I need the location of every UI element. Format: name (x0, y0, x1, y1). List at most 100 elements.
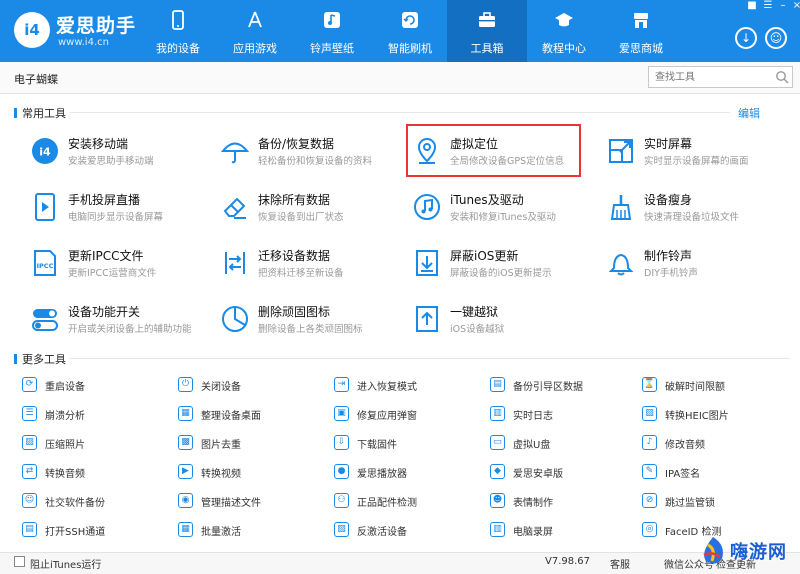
tool-virtual-location[interactable]: 虚拟定位 全局修改设备GPS定位信息 (412, 132, 602, 176)
ipcc-file-icon: IPCC (34, 250, 56, 276)
tool-delete-stubborn-icons[interactable]: 删除顽固图标 删除设备上各类顽固图标 (220, 300, 410, 344)
tool-name: 屏蔽iOS更新 (450, 249, 519, 263)
download-button[interactable]: ↓ (735, 27, 757, 49)
more-tool-item[interactable]: ▶ 转换视频 (178, 463, 328, 481)
search-input[interactable] (648, 66, 793, 88)
more-tool-label: 重启设备 (45, 382, 85, 393)
tool-name: 设备瘦身 (644, 193, 693, 207)
more-tool-label: 图片去重 (201, 440, 241, 451)
more-tool-item[interactable]: ▥ 电脑录屏 (490, 521, 640, 539)
more-tool-label: 爱思播放器 (357, 469, 407, 480)
tool-install-mobile[interactable]: i4 安装移动端 安装爱思助手移动端 (30, 132, 220, 176)
block-itunes-checkbox[interactable] (14, 556, 25, 567)
nav-toolbox[interactable]: 工具箱 (447, 0, 527, 62)
tool-desc: 全局修改设备GPS定位信息 (450, 156, 565, 167)
more-tool-item[interactable]: ▧ 反激活设备 (334, 521, 484, 539)
hourglass-icon: ⌛ (642, 377, 657, 392)
social-backup-icon: ☺ (22, 493, 37, 508)
deactivate-icon: ▧ (334, 522, 349, 537)
customer-service-link[interactable]: 客服 (610, 556, 630, 571)
search-icon[interactable] (775, 70, 789, 84)
tool-erase-data[interactable]: 抹除所有数据 恢复设备到出厂状态 (220, 188, 410, 232)
more-tool-item[interactable]: ⏻ 关闭设备 (178, 376, 328, 394)
convert-video-icon: ▶ (178, 464, 193, 479)
convert-audio-icon: ⇄ (22, 464, 37, 479)
more-tool-item[interactable]: ● 爱思播放器 (334, 463, 484, 481)
nav-my-device[interactable]: 我的设备 (138, 0, 218, 62)
tool-screen-cast[interactable]: 手机投屏直播 电脑同步显示设备屏幕 (30, 188, 220, 232)
faceid-icon: ◎ (642, 522, 657, 537)
more-tool-label: IPA签名 (665, 469, 701, 480)
tool-name: 备份/恢复数据 (258, 137, 335, 151)
toggle-icon (32, 309, 58, 331)
app-name: 爱思助手 (56, 15, 137, 37)
nav-smart-flash[interactable]: 智能刷机 (370, 0, 450, 62)
more-tool-item[interactable]: ☺ 社交软件备份 (22, 492, 172, 510)
more-tool-item[interactable]: ⌛ 破解时间限额 (642, 376, 792, 394)
tool-name: 实时屏幕 (644, 137, 693, 151)
more-tool-item[interactable]: ▧ 转换HEIC图片 (642, 405, 792, 423)
nav-ringtones-wallpapers[interactable]: 铃声壁纸 (292, 0, 372, 62)
more-tool-label: 打开SSH通道 (45, 527, 106, 538)
more-tool-item[interactable]: ◉ 管理描述文件 (178, 492, 328, 510)
edit-audio-icon: ♪ (642, 435, 657, 450)
more-tool-item[interactable]: ⇄ 转换音频 (22, 463, 172, 481)
tool-backup-restore[interactable]: 备份/恢复数据 轻松备份和恢复设备的资料 (220, 132, 410, 176)
log-icon: ▥ (490, 406, 505, 421)
device-name: 电子蝴蝶 (14, 73, 58, 86)
tool-desc: 更新IPCC运营商文件 (68, 268, 157, 279)
nav-shop[interactable]: 爱思商城 (601, 0, 681, 62)
more-tool-item[interactable]: ☻ 表情制作 (490, 492, 640, 510)
tool-device-slimming[interactable]: 设备瘦身 快速清理设备垃圾文件 (606, 188, 796, 232)
tool-desc: 实时显示设备屏幕的画面 (644, 156, 749, 167)
more-tool-label: 爱思安卓版 (513, 469, 563, 480)
tool-block-ios-update[interactable]: 屏蔽iOS更新 屏蔽设备的iOS更新提示 (412, 244, 602, 288)
more-tool-item[interactable]: ⚇ 正品配件检测 (334, 492, 484, 510)
nav-tutorials[interactable]: 教程中心 (524, 0, 604, 62)
accessory-check-icon: ⚇ (334, 493, 349, 508)
umbrella-icon (220, 142, 250, 164)
more-tool-item[interactable]: ▭ 虚拟U盘 (490, 434, 640, 452)
screen-expand-icon (609, 139, 633, 163)
more-tool-item[interactable]: ⇩ 下载固件 (334, 434, 484, 452)
more-tool-item[interactable]: ▤ 打开SSH通道 (22, 521, 172, 539)
more-tool-item[interactable]: ⊘ 跳过监管锁 (642, 492, 792, 510)
user-account-button[interactable]: ☺ (765, 27, 787, 49)
close-button[interactable]: × (789, 0, 800, 12)
more-tool-item[interactable]: ⇥ 进入恢复模式 (334, 376, 484, 394)
usb-icon: ▭ (490, 435, 505, 450)
section-title: 更多工具 (22, 353, 66, 366)
section-header-common-tools: 常用工具 (14, 105, 66, 121)
more-tool-item[interactable]: ◆ 爱思安卓版 (490, 463, 640, 481)
more-tool-label: 转换视频 (201, 469, 241, 480)
tool-live-screen[interactable]: 实时屏幕 实时显示设备屏幕的画面 (606, 132, 796, 176)
tool-feature-toggles[interactable]: 设备功能开关 开启或关闭设备上的辅助功能 (30, 300, 220, 344)
nav-apps-games[interactable]: 应用游戏 (215, 0, 295, 62)
edit-link[interactable]: 编辑 (738, 105, 760, 121)
repair-popup-icon: ▣ (334, 406, 349, 421)
more-tool-item[interactable]: ⟳ 重启设备 (22, 376, 172, 394)
more-tool-item[interactable]: ♪ 修改音频 (642, 434, 792, 452)
svg-text:IPCC: IPCC (37, 262, 54, 270)
tool-update-ipcc[interactable]: IPCC 更新IPCC文件 更新IPCC运营商文件 (30, 244, 220, 288)
more-tool-item[interactable]: ▤ 备份引导区数据 (490, 376, 640, 394)
more-tool-item[interactable]: ▩ 图片去重 (178, 434, 328, 452)
more-tool-item[interactable]: ▦ 批量激活 (178, 521, 328, 539)
more-tool-item[interactable]: ▦ 整理设备桌面 (178, 405, 328, 423)
more-tool-item[interactable]: ▣ 修复应用弹窗 (334, 405, 484, 423)
tool-itunes-driver[interactable]: iTunes及驱动 安装和修复iTunes及驱动 (412, 188, 602, 232)
more-tool-label: 崩溃分析 (45, 411, 85, 422)
nav-label: 应用游戏 (233, 42, 277, 55)
more-tool-item[interactable]: ▥ 实时日志 (490, 405, 640, 423)
more-tool-label: 电脑录屏 (513, 527, 553, 538)
tool-migrate-data[interactable]: 迁移设备数据 把资料迁移至新设备 (220, 244, 410, 288)
tool-make-ringtone[interactable]: 制作铃声 DIY手机铃声 (606, 244, 796, 288)
tool-desc: 删除设备上各类顽固图标 (258, 324, 363, 335)
tool-jailbreak[interactable]: 一键越狱 iOS设备越狱 (412, 300, 602, 344)
eraser-icon (223, 197, 246, 219)
menu-button[interactable]: ☰ (760, 0, 776, 12)
more-tool-item[interactable]: ☰ 崩溃分析 (22, 405, 172, 423)
skin-button[interactable]: ■ (744, 0, 760, 12)
more-tool-item[interactable]: ✎ IPA签名 (642, 463, 792, 481)
more-tool-item[interactable]: ▨ 压缩照片 (22, 434, 172, 452)
